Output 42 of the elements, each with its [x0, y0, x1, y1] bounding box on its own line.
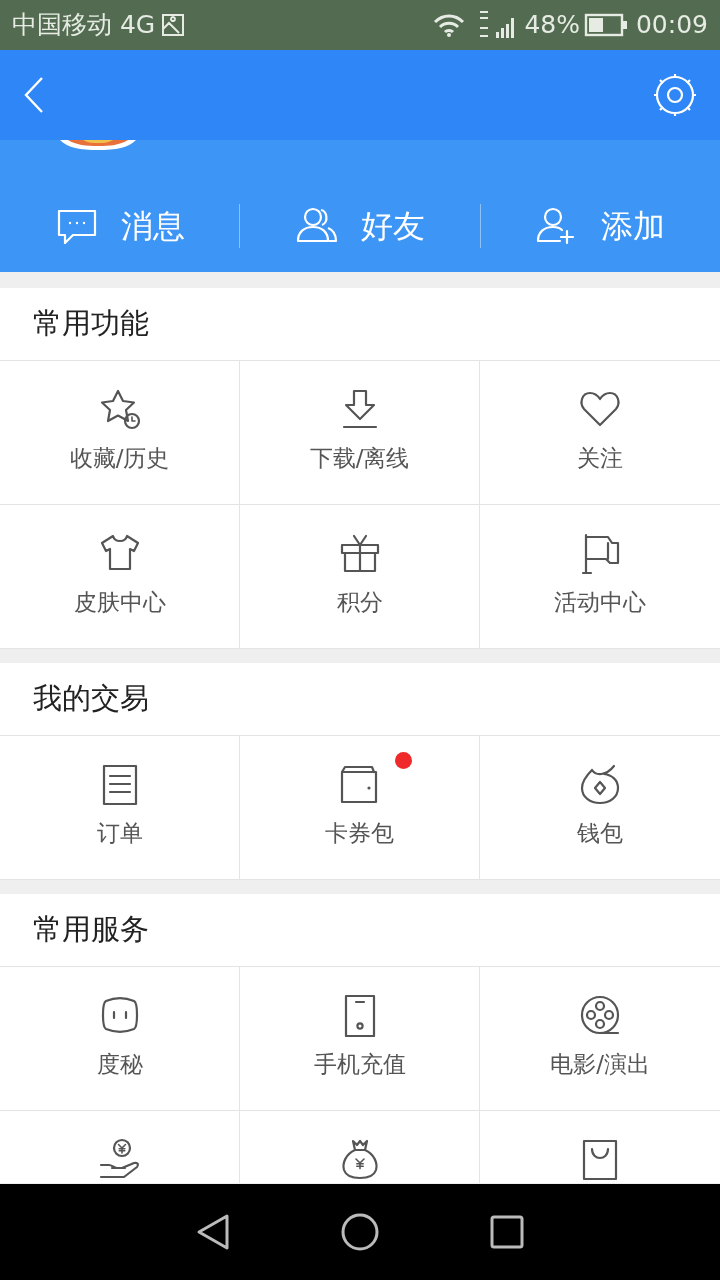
tile-label: 下载/离线 [309, 444, 410, 473]
clock: 00:09 [635, 9, 708, 42]
tile-label: 皮肤中心 [73, 588, 166, 617]
grid-tile[interactable]: 钱包 [480, 736, 720, 880]
grid-tile[interactable]: 收藏/历史 [0, 361, 240, 505]
tile-label: 度秘 [96, 1050, 143, 1079]
home-nav-button[interactable] [340, 1212, 380, 1252]
battery-percent: 48% [524, 9, 580, 42]
coin-hand-icon [97, 1137, 142, 1181]
tile-label: 卡券包 [325, 819, 394, 848]
coin-pouch-icon [578, 762, 622, 806]
grid-tile[interactable]: 订单 [0, 736, 240, 880]
recents-nav-button[interactable] [489, 1214, 526, 1250]
grid-tile[interactable]: 活动中心 [480, 505, 720, 649]
grid-tile[interactable]: 下载/离线 [240, 361, 480, 505]
section-title: 我的交易 [33, 680, 149, 718]
tile-label: 积分 [336, 588, 383, 617]
image-icon [161, 13, 186, 37]
battery-icon [583, 13, 628, 37]
grid-tile[interactable]: 积分 [240, 505, 480, 649]
grid-tile[interactable]: 手机充值 [240, 967, 480, 1111]
grid-tile[interactable]: 卡券包 [240, 736, 480, 880]
section-title: 常用服务 [33, 911, 149, 949]
wifi-icon [432, 12, 467, 38]
section-title: 常用功能 [33, 305, 149, 343]
tile-label: 手机充值 [313, 1050, 406, 1079]
grid-tile[interactable]: 关注 [480, 361, 720, 505]
grid-tile[interactable] [240, 1111, 480, 1183]
grid-tile[interactable]: 电影/演出 [480, 967, 720, 1111]
film-reel-icon [578, 993, 622, 1037]
grid-tile[interactable]: 度秘 [0, 967, 240, 1111]
tile-label: 关注 [577, 444, 623, 473]
tile-label: 电影/演出 [550, 1050, 650, 1079]
tile-label: 收藏/历史 [69, 444, 170, 473]
grid-tile[interactable] [0, 1111, 240, 1183]
carrier-label: 中国移动 4G [12, 9, 156, 42]
tile-label: 活动中心 [554, 588, 646, 617]
tile-label: 订单 [96, 819, 143, 848]
grid-tile[interactable]: 皮肤中心 [0, 505, 240, 649]
tile-label: 钱包 [577, 819, 623, 848]
grid-tile[interactable] [480, 1111, 720, 1183]
settings-button[interactable] [652, 72, 698, 118]
